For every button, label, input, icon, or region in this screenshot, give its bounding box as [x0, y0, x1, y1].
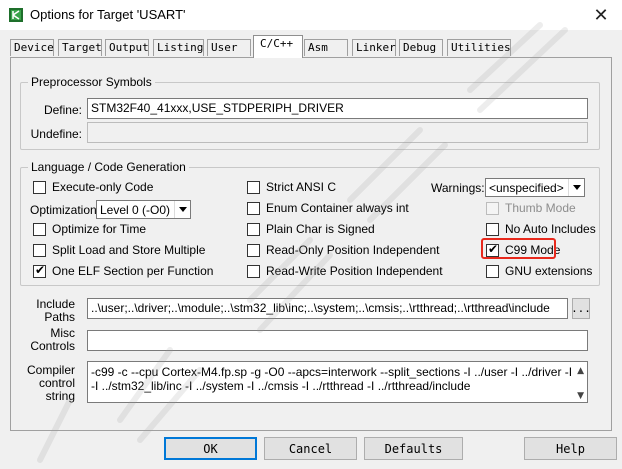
define-field[interactable]: STM32F40_41xxx,USE_STDPERIPH_DRIVER [87, 98, 588, 119]
checkbox-box: ✔ [33, 262, 46, 278]
checkbox-label: Split Load and Store Multiple [52, 243, 206, 257]
checkbox-label: Optimize for Time [52, 222, 147, 236]
warnings-value: <unspecified> [489, 180, 564, 195]
chevron-down-icon [568, 179, 584, 196]
help-button[interactable]: Help [524, 437, 617, 460]
rw-pi-checkbox[interactable]: Read-Write Position Independent [247, 264, 443, 278]
title-bar: Options for Target 'USART' ✕ [0, 0, 622, 30]
optimization-select[interactable]: Level 0 (-O0) [96, 200, 191, 219]
checkbox-label: Thumb Mode [505, 201, 576, 215]
undefine-label: Undefine: [30, 127, 82, 141]
optimization-value: Level 0 (-O0) [100, 202, 171, 217]
optimize-time-checkbox[interactable]: Optimize for Time [33, 222, 146, 236]
scroll-up-icon[interactable]: ▲ [577, 364, 584, 378]
checkbox-box [247, 222, 260, 236]
compiler-string-line2: -I ../stm32_lib/inc -I ../system -I ../c… [91, 379, 471, 393]
gnu-extensions-checkbox[interactable]: GNU extensions [486, 264, 592, 278]
define-label: Define: [43, 103, 82, 117]
tab-linker[interactable]: Linker [352, 39, 396, 56]
misc-controls-label-line2: Controls [30, 339, 75, 353]
checkbox-label: Execute-only Code [52, 180, 154, 194]
scroll-down-icon[interactable]: ▼ [577, 389, 584, 403]
compiler-string-label-line2: control [38, 376, 75, 390]
split-load-checkbox[interactable]: Split Load and Store Multiple [33, 243, 205, 257]
tab-c-cpp[interactable]: C/C++ [253, 35, 303, 58]
compiler-string-field[interactable]: -c99 -c --cpu Cortex-M4.fp.sp -g -O0 --a… [87, 361, 588, 403]
strict-ansi-checkbox[interactable]: Strict ANSI C [247, 180, 336, 194]
checkbox-box [486, 264, 499, 278]
plain-char-checkbox[interactable]: Plain Char is Signed [247, 222, 375, 236]
checkbox-label: Read-Only Position Independent [266, 243, 440, 257]
compiler-string-label-line3: string [45, 389, 75, 403]
tab-utilities[interactable]: Utilities [447, 39, 511, 56]
defaults-button[interactable]: Defaults [364, 437, 463, 460]
checkbox-label: Strict ANSI C [266, 180, 337, 194]
checkbox-box [33, 243, 46, 257]
include-paths-label-line1: Include [36, 297, 75, 311]
keil-uvision-icon [9, 8, 23, 22]
checkbox-box [247, 180, 260, 194]
checkbox-label: Enum Container always int [266, 201, 409, 215]
chevron-down-icon [174, 201, 190, 218]
tab-target[interactable]: Target [58, 39, 102, 56]
checkbox-box [33, 222, 46, 236]
undefine-field[interactable] [87, 122, 588, 143]
cancel-button[interactable]: Cancel [264, 437, 357, 460]
one-elf-checkbox[interactable]: ✔ One ELF Section per Function [33, 262, 214, 278]
ok-button[interactable]: OK [164, 437, 257, 460]
checkbox-label: No Auto Includes [505, 222, 596, 236]
tab-output[interactable]: Output [105, 39, 149, 56]
checkbox-label: Plain Char is Signed [266, 222, 375, 236]
compiler-string-label: Compiler control string [22, 364, 75, 403]
tab-listing[interactable]: Listing [153, 39, 204, 56]
include-paths-label: Include Paths [22, 298, 75, 324]
language-title: Language / Code Generation [28, 160, 189, 174]
checkbox-label: Read-Write Position Independent [266, 264, 443, 278]
checkbox-box [247, 243, 260, 257]
checkbox-label: One ELF Section per Function [52, 264, 214, 278]
tab-debug[interactable]: Debug [399, 39, 443, 56]
include-paths-label-line2: Paths [44, 310, 75, 324]
checkbox-label: GNU extensions [505, 264, 593, 278]
tab-user[interactable]: User [207, 39, 251, 56]
include-paths-browse-button[interactable]: ... [571, 298, 591, 319]
optimization-label: Optimization: [30, 203, 101, 217]
include-paths-field[interactable]: ..\user;..\driver;..\module;..\stm32_lib… [87, 298, 568, 319]
warnings-label: Warnings: [431, 181, 485, 195]
misc-controls-field[interactable] [87, 330, 588, 351]
compiler-string-label-line1: Compiler [26, 363, 75, 377]
window-title: Options for Target 'USART' [30, 7, 186, 22]
checkmark-icon: ✔ [35, 262, 46, 277]
tab-asm[interactable]: Asm [304, 39, 348, 56]
execute-only-checkbox[interactable]: Execute-only Code [33, 180, 153, 194]
ro-pi-checkbox[interactable]: Read-Only Position Independent [247, 243, 439, 257]
tab-device[interactable]: Device [10, 39, 54, 56]
enum-container-checkbox[interactable]: Enum Container always int [247, 201, 409, 215]
checkbox-box [247, 201, 260, 215]
misc-controls-label: Misc Controls [22, 327, 75, 353]
close-icon[interactable]: ✕ [586, 2, 616, 28]
compiler-string-line1: -c99 -c --cpu Cortex-M4.fp.sp -g -O0 --a… [91, 365, 575, 379]
misc-controls-label-line1: Misc [50, 326, 75, 340]
c99-highlight-annotation [481, 238, 556, 259]
checkbox-box [247, 264, 260, 278]
warnings-select[interactable]: <unspecified> [485, 178, 585, 197]
checkbox-box [486, 222, 499, 236]
checkbox-box [33, 180, 46, 194]
no-auto-includes-checkbox[interactable]: No Auto Includes [486, 222, 596, 236]
checkbox-box [486, 201, 499, 215]
preprocessor-title: Preprocessor Symbols [28, 75, 155, 89]
thumb-mode-checkbox[interactable]: Thumb Mode [486, 201, 576, 215]
